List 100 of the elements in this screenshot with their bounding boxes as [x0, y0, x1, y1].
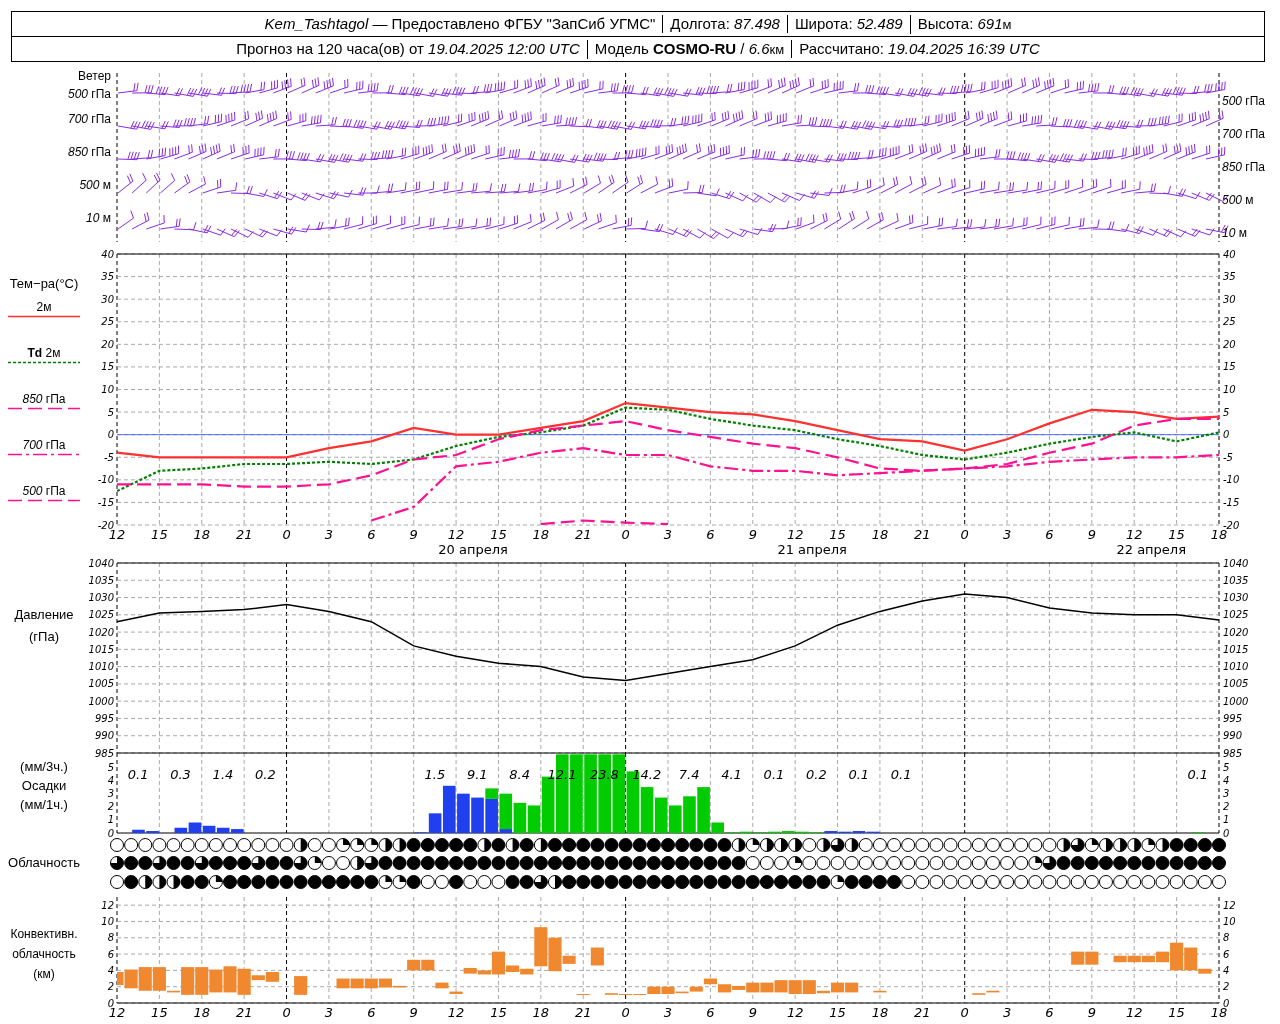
wind-level-label: 700 гПа [1222, 126, 1266, 143]
axis-tick-label: -10 [1223, 474, 1240, 486]
precipitation-total: 0.1 [890, 767, 912, 782]
precipitation-total: 4.1 [721, 767, 742, 782]
axis-tick-label: 1010 [1223, 661, 1249, 673]
axis-tick-label: 985 [1223, 747, 1243, 759]
wind-level-label: 700 гПа [67, 111, 111, 128]
unit-text: км [769, 40, 785, 59]
axis-tick-label: 15 [151, 527, 168, 542]
axis-tick-label: 15 [829, 527, 846, 542]
axis-tick-label: 1 [107, 814, 114, 826]
axis-tick-label: 1015 [88, 643, 114, 655]
axis-tick-label: 985 [94, 747, 114, 759]
axis-tick-label: 0 [960, 1005, 969, 1020]
axis-tick-label: 18 [871, 527, 889, 542]
axis-tick-label: 995 [1223, 712, 1243, 724]
header-field: Рассчитано: 19.04.2025 16:39 UTC [799, 40, 1040, 58]
axis-tick-label: 6 [1045, 527, 1054, 542]
axis-tick-label: 25 [101, 316, 114, 328]
axis-tick-label: 2 [107, 981, 114, 993]
axis-tick-label: -15 [1223, 496, 1240, 508]
precipitation-total: 0.2 [255, 767, 276, 782]
axis-tick-label: 995 [94, 712, 114, 724]
axis-tick-label: 6 [107, 948, 114, 960]
axis-tick-label: 8 [1223, 932, 1230, 944]
axis-tick-label: 2 [107, 801, 114, 813]
axis-tick-label: 5 [107, 406, 114, 418]
date-label: 20 апреля [438, 542, 508, 557]
axis-tick-label: 1025 [88, 609, 114, 621]
axis-tick-label: 9 [409, 527, 418, 542]
axis-tick-label: 3 [1002, 527, 1012, 542]
axis-tick-label: 8 [107, 932, 114, 944]
axis-tick-label: 3 [1002, 1005, 1012, 1020]
axis-tick-label: 3 [663, 527, 673, 542]
precipitation-total: 0.1 [1187, 767, 1209, 782]
axis-tick-label: 990 [1223, 730, 1243, 742]
axis-tick-label: 0 [1223, 429, 1230, 441]
precipitation-total: 1.4 [212, 767, 234, 782]
axis-tick-label: 20 [101, 338, 114, 350]
axis-tick-label: 3 [1223, 788, 1230, 800]
axis-tick-label: 1035 [88, 574, 114, 586]
axis-tick-label: 18 [532, 1005, 550, 1020]
precipitation-total: 0.3 [170, 767, 191, 782]
date-label: 22 апреля [1116, 542, 1186, 557]
axis-tick-label: 4 [1223, 775, 1230, 787]
axis-tick-label: 1030 [1223, 592, 1249, 604]
axis-tick-label: 12 [447, 527, 465, 542]
axis-tick-label: 21 [914, 1005, 931, 1020]
precipitation-label: (мм/1ч.) [20, 797, 68, 813]
wind-level-label: 500 м [79, 177, 111, 194]
axis-tick-label: 1005 [88, 678, 114, 690]
axis-tick-label: 40 [1223, 248, 1236, 260]
axis-tick-label: 10 [101, 915, 114, 927]
axis-tick-label: 35 [1223, 271, 1236, 283]
axis-tick-label: 15 [151, 1005, 168, 1020]
precipitation-total: 0.1 [763, 767, 785, 782]
header-field: Высота: 691 [917, 14, 1003, 33]
axis-tick-label: 9 [748, 527, 757, 542]
axis-tick-label: -5 [104, 451, 114, 463]
axis-tick-label: 9 [1087, 1005, 1096, 1020]
cloudiness-title: Облачность [8, 855, 80, 871]
temperature-title: Тем−ра(°C) [9, 275, 79, 293]
axis-tick-label: 20 [1223, 338, 1236, 350]
axis-tick-label: 0 [1223, 827, 1230, 839]
axis-tick-label: 1005 [1223, 678, 1249, 690]
axis-tick-label: 30 [1223, 293, 1236, 305]
wind-level-label: 500 гПа [67, 86, 111, 103]
precipitation-total: 0.1 [127, 767, 149, 782]
axis-tick-label: 18 [871, 1005, 889, 1020]
axis-tick-label: 6 [367, 527, 376, 542]
axis-tick-label: 3 [663, 1005, 673, 1020]
unit-text: м [1002, 15, 1012, 34]
header-field: Прогноз на 120 часа(ов) от 19.04.2025 12:00 UTC [236, 40, 580, 58]
legend-label: Td 2м [27, 345, 61, 361]
axis-tick-label: 4 [107, 964, 114, 976]
axis-tick-label: 1000 [1223, 695, 1249, 707]
axis-tick-label: 10 [101, 384, 114, 395]
axis-tick-label: 0 [107, 429, 114, 441]
axis-tick-label: 15 [829, 1005, 846, 1020]
legend-label: 500 гПа [22, 483, 66, 499]
axis-tick-label: 3 [324, 527, 334, 542]
axis-tick-label: 21 [574, 1005, 592, 1020]
pressure-title: Давление [14, 607, 74, 623]
axis-tick-label: 5 [1223, 761, 1230, 773]
axis-tick-label: 5 [107, 761, 114, 773]
date-label: 21 апреля [777, 542, 847, 557]
axis-tick-label: 5 [1223, 406, 1230, 418]
legend-label: 700 гПа [22, 437, 66, 453]
axis-tick-label: 21 [235, 1005, 253, 1020]
axis-tick-label: 3 [107, 788, 114, 800]
axis-tick-label: 0 [960, 527, 969, 542]
wind-level-label: 850 гПа [1222, 159, 1266, 176]
axis-tick-label: 6 [1223, 948, 1230, 960]
axis-tick-label: 9 [1087, 527, 1096, 542]
axis-tick-label: 21 [235, 527, 253, 542]
axis-tick-label: 15 [1168, 527, 1185, 542]
convective-label: облачность [12, 946, 76, 962]
axis-tick-label: 12 [1125, 1005, 1143, 1020]
wind-level-label: 10 м [1222, 225, 1247, 242]
axis-tick-label: 15 [1168, 1005, 1185, 1020]
